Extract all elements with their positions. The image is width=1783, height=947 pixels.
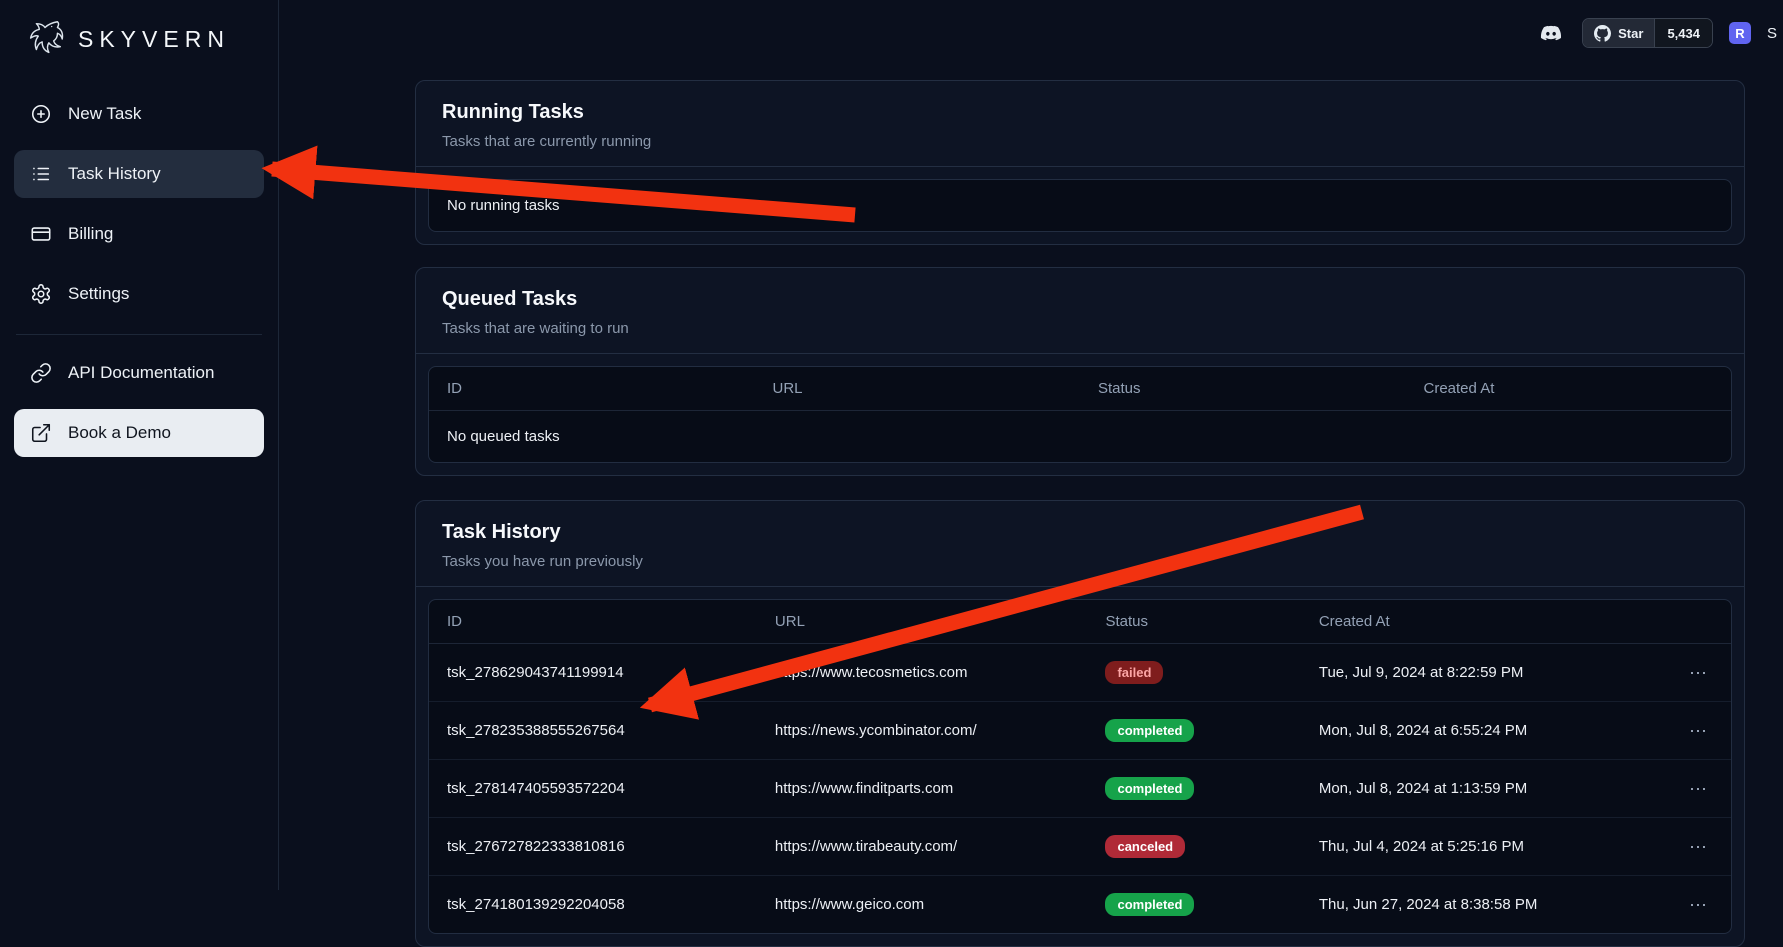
empty-state: No running tasks — [429, 180, 1731, 231]
user-name-partial[interactable]: S — [1767, 25, 1777, 42]
queued-tasks-card: Queued Tasks Tasks that are waiting to r… — [415, 267, 1745, 476]
sidebar-item-billing[interactable]: Billing — [14, 210, 264, 258]
github-icon — [1594, 25, 1611, 42]
task-created-at: Thu, Jun 27, 2024 at 8:38:58 PM — [1301, 876, 1665, 934]
card-header: Task History Tasks you have run previous… — [416, 501, 1744, 587]
card-body: ID URL Status Created At tsk_27862904374… — [416, 587, 1744, 946]
row-actions-button[interactable]: ⋯ — [1683, 778, 1713, 800]
task-url: https://news.ycombinator.com/ — [757, 702, 1088, 760]
card-body: ID URL Status Created At No queued tasks — [416, 354, 1744, 475]
task-history-card: Task History Tasks you have run previous… — [415, 500, 1745, 947]
link-icon — [30, 362, 52, 384]
skyvern-dragon-icon — [22, 16, 68, 62]
topbar: Star 5,434 R S — [1536, 18, 1777, 48]
card-header: Queued Tasks Tasks that are waiting to r… — [416, 268, 1744, 354]
main-content: Running Tasks Tasks that are currently r… — [415, 80, 1745, 947]
github-star-widget[interactable]: Star 5,434 — [1582, 18, 1713, 48]
column-header-id: ID — [429, 600, 757, 644]
list-icon — [30, 163, 52, 185]
task-history-row-2[interactable]: tsk_278235388555267564 https://news.ycom… — [429, 702, 1731, 760]
running-tasks-table: No running tasks — [428, 179, 1732, 232]
running-tasks-card: Running Tasks Tasks that are currently r… — [415, 80, 1745, 245]
plus-circle-icon — [30, 103, 52, 125]
task-id: tsk_278235388555267564 — [429, 702, 757, 760]
card-subtitle: Tasks you have run previously — [442, 553, 1718, 570]
discord-button[interactable] — [1536, 22, 1566, 45]
column-header-url: URL — [755, 367, 1081, 411]
sidebar-item-label: Task History — [68, 164, 161, 184]
row-actions-button[interactable]: ⋯ — [1683, 720, 1713, 742]
task-id: tsk_278629043741199914 — [429, 644, 757, 702]
sidebar-nav: New Task Task History Billing Settings — [14, 90, 264, 457]
card-body: No running tasks — [416, 167, 1744, 244]
brand-logo: SKYVERN — [14, 10, 264, 78]
task-created-at: Mon, Jul 8, 2024 at 1:13:59 PM — [1301, 760, 1665, 818]
queued-tasks-table: ID URL Status Created At No queued tasks — [428, 366, 1732, 463]
column-header-actions — [1665, 600, 1731, 644]
task-url: https://www.geico.com — [757, 876, 1088, 934]
task-history-table: ID URL Status Created At tsk_27862904374… — [428, 599, 1732, 934]
external-link-icon — [30, 422, 52, 444]
table-header-row: ID URL Status Created At — [429, 367, 1731, 411]
task-url: https://www.tirabeauty.com/ — [757, 818, 1088, 876]
task-id: tsk_278147405593572204 — [429, 760, 757, 818]
sidebar-item-settings[interactable]: Settings — [14, 270, 264, 318]
sidebar-item-label: Settings — [68, 284, 129, 304]
task-created-at: Tue, Jul 9, 2024 at 8:22:59 PM — [1301, 644, 1665, 702]
task-id: tsk_274180139292204058 — [429, 876, 757, 934]
task-id: tsk_276727822333810816 — [429, 818, 757, 876]
sidebar: SKYVERN New Task Task History Billing Se… — [0, 0, 279, 890]
task-created-at: Thu, Jul 4, 2024 at 5:25:16 PM — [1301, 818, 1665, 876]
task-history-row-1[interactable]: tsk_278629043741199914 https://www.tecos… — [429, 644, 1731, 702]
table-header-row: ID URL Status Created At — [429, 600, 1731, 644]
sidebar-item-label: New Task — [68, 104, 141, 124]
row-actions-button[interactable]: ⋯ — [1683, 662, 1713, 684]
sidebar-item-label: Billing — [68, 224, 113, 244]
column-header-created-at: Created At — [1301, 600, 1665, 644]
status-badge: failed — [1105, 661, 1163, 684]
column-header-id: ID — [429, 367, 755, 411]
task-history-row-3[interactable]: tsk_278147405593572204 https://www.findi… — [429, 760, 1731, 818]
credit-card-icon — [30, 223, 52, 245]
gear-icon — [30, 283, 52, 305]
card-subtitle: Tasks that are currently running — [442, 133, 1718, 150]
task-created-at: Mon, Jul 8, 2024 at 6:55:24 PM — [1301, 702, 1665, 760]
card-title: Running Tasks — [442, 101, 1718, 124]
sidebar-item-task-history[interactable]: Task History — [14, 150, 264, 198]
card-title: Queued Tasks — [442, 288, 1718, 311]
sidebar-item-label: API Documentation — [68, 363, 214, 383]
sidebar-item-label: Book a Demo — [68, 423, 171, 443]
sidebar-item-new-task[interactable]: New Task — [14, 90, 264, 138]
status-badge: canceled — [1105, 835, 1185, 858]
column-header-status: Status — [1087, 600, 1300, 644]
status-badge: completed — [1105, 777, 1194, 800]
column-header-created-at: Created At — [1406, 367, 1732, 411]
github-star-count: 5,434 — [1654, 19, 1712, 47]
task-history-row-4[interactable]: tsk_276727822333810816 https://www.tirab… — [429, 818, 1731, 876]
discord-icon — [1536, 22, 1566, 45]
status-badge: completed — [1105, 719, 1194, 742]
sidebar-divider — [16, 334, 262, 335]
task-url: https://www.tecosmetics.com — [757, 644, 1088, 702]
book-a-demo-button[interactable]: Book a Demo — [14, 409, 264, 457]
status-badge: completed — [1105, 893, 1194, 916]
column-header-status: Status — [1080, 367, 1406, 411]
github-star-segment[interactable]: Star — [1583, 19, 1654, 47]
github-star-label: Star — [1618, 26, 1643, 41]
brand-name: SKYVERN — [78, 26, 230, 53]
card-title: Task History — [442, 521, 1718, 544]
sidebar-item-api-documentation[interactable]: API Documentation — [14, 349, 264, 397]
row-actions-button[interactable]: ⋯ — [1683, 894, 1713, 916]
card-header: Running Tasks Tasks that are currently r… — [416, 81, 1744, 167]
task-history-row-5[interactable]: tsk_274180139292204058 https://www.geico… — [429, 876, 1731, 934]
card-subtitle: Tasks that are waiting to run — [442, 320, 1718, 337]
user-avatar[interactable]: R — [1729, 22, 1751, 44]
task-url: https://www.finditparts.com — [757, 760, 1088, 818]
empty-row: No queued tasks — [429, 411, 1731, 463]
column-header-url: URL — [757, 600, 1088, 644]
row-actions-button[interactable]: ⋯ — [1683, 836, 1713, 858]
empty-state: No queued tasks — [429, 411, 1731, 463]
